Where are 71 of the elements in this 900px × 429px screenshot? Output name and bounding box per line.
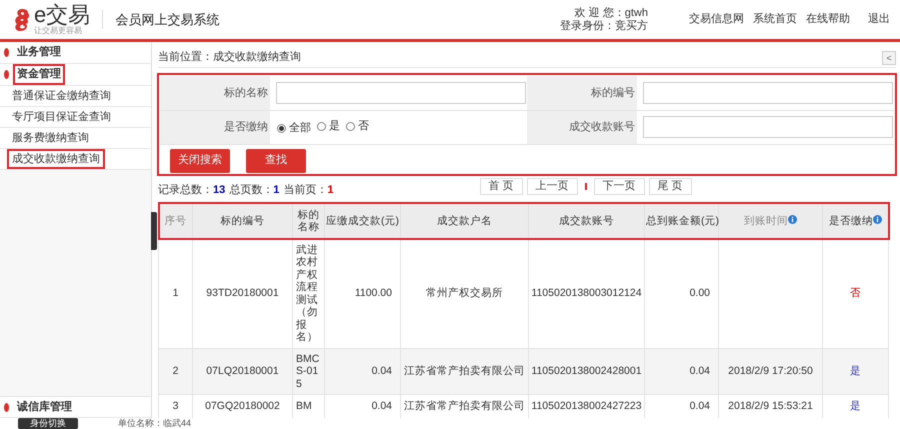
paid-status: 是 [822, 348, 888, 394]
table-cell: 0.04 [324, 348, 400, 394]
column-header: 序号 [164, 215, 186, 227]
page-button[interactable]: 下一页 [594, 178, 645, 194]
info-icon[interactable] [873, 215, 882, 224]
field-label: 成交收款账号 [527, 110, 637, 144]
radio-label[interactable]: 否 [358, 118, 369, 134]
collapse-handle[interactable] [151, 212, 157, 250]
radio-label[interactable]: 是 [329, 118, 340, 134]
header-link[interactable]: 在线帮助 [806, 11, 850, 28]
table-cell: 0.04 [644, 348, 718, 394]
breadcrumb-text: 当前位置：成交收款缴纳查询 [158, 50, 301, 66]
column-header: 标的名称 [296, 209, 320, 233]
system-title: 会员网上交易系统 [102, 10, 220, 30]
summary-value: 1 [327, 183, 334, 198]
summary-label: 记录总数： [158, 183, 213, 198]
table-cell: 1105020138002428001 [528, 348, 644, 394]
radio-button[interactable] [346, 122, 355, 130]
field-label: 是否缴纳 [160, 110, 270, 144]
input-field[interactable] [643, 116, 893, 138]
table-cell: 0.00 [644, 239, 718, 348]
summary-value: 13 [213, 183, 226, 198]
table-cell: 1105020138003012124 [528, 239, 644, 348]
paid-status: 否 [822, 239, 888, 348]
table-cell: 1 [158, 239, 192, 348]
switch-identity-button[interactable]: 身份切换 [18, 418, 78, 429]
field-label: 标的编号 [527, 76, 637, 110]
logo-icon [14, 6, 30, 32]
group-icon [4, 402, 9, 412]
table-cell: 2 [158, 348, 192, 394]
summary-value: 1 [273, 183, 280, 198]
column-header: 成交款账号 [559, 215, 614, 227]
action-button[interactable]: 查找 [246, 148, 306, 172]
summary-label: 当前页： [283, 183, 328, 198]
page-button[interactable]: 尾 页 [648, 178, 692, 194]
page-button[interactable]: 上一页 [526, 178, 578, 194]
action-button[interactable]: 关闭搜索 [170, 148, 230, 172]
table-cell: 2018/2/9 17:20:50 [718, 348, 822, 394]
org-name: 单位名称：临武44 [118, 418, 192, 429]
group-icon [4, 48, 9, 57]
column-header: 标的编号 [220, 215, 264, 227]
column-header: 到账时间 [744, 215, 788, 227]
table-cell: 07LQ20180001 [192, 348, 292, 394]
table-cell: 93TD20180001 [192, 239, 292, 348]
summary-label: 总页数： [229, 183, 274, 198]
info-icon[interactable] [788, 215, 797, 224]
table-cell: 江苏省常产拍卖有限公司 [400, 348, 528, 394]
input-field[interactable] [643, 82, 893, 104]
radio-button[interactable] [317, 122, 326, 130]
header-link[interactable]: 退出 [868, 11, 890, 28]
column-header: 是否缴纳 [829, 215, 873, 227]
radio-button[interactable] [277, 124, 286, 132]
collapse-button[interactable]: < [882, 50, 896, 64]
column-header: 总到账金额(元) [646, 215, 719, 227]
logo-slogan: 让交易更容易 [34, 26, 83, 35]
table-cell: 1100.00 [324, 239, 400, 348]
field-label: 标的名称 [160, 76, 270, 110]
page-button[interactable]: 首 页 [480, 178, 523, 194]
input-field[interactable] [276, 82, 526, 104]
column-header: 成交款户名 [437, 215, 492, 227]
table-cell: BMCS-015 [292, 348, 324, 394]
column-header: 应缴成交款(元) [326, 215, 399, 227]
header-link[interactable]: 系统首页 [753, 11, 797, 28]
table-cell: 常州产权交易所 [400, 239, 528, 348]
group-icon [4, 70, 9, 79]
login-role: 登录身份：竞买方 [560, 20, 648, 32]
header-link[interactable]: 交易信息网 [689, 11, 744, 28]
radio-label[interactable]: 全部 [289, 120, 311, 136]
welcome-text: 欢 迎 您：gtwh [574, 6, 648, 20]
table-cell: 武进农村产权流程测试（勿报名） [292, 239, 324, 348]
logo-text: e交易 [34, 4, 90, 26]
